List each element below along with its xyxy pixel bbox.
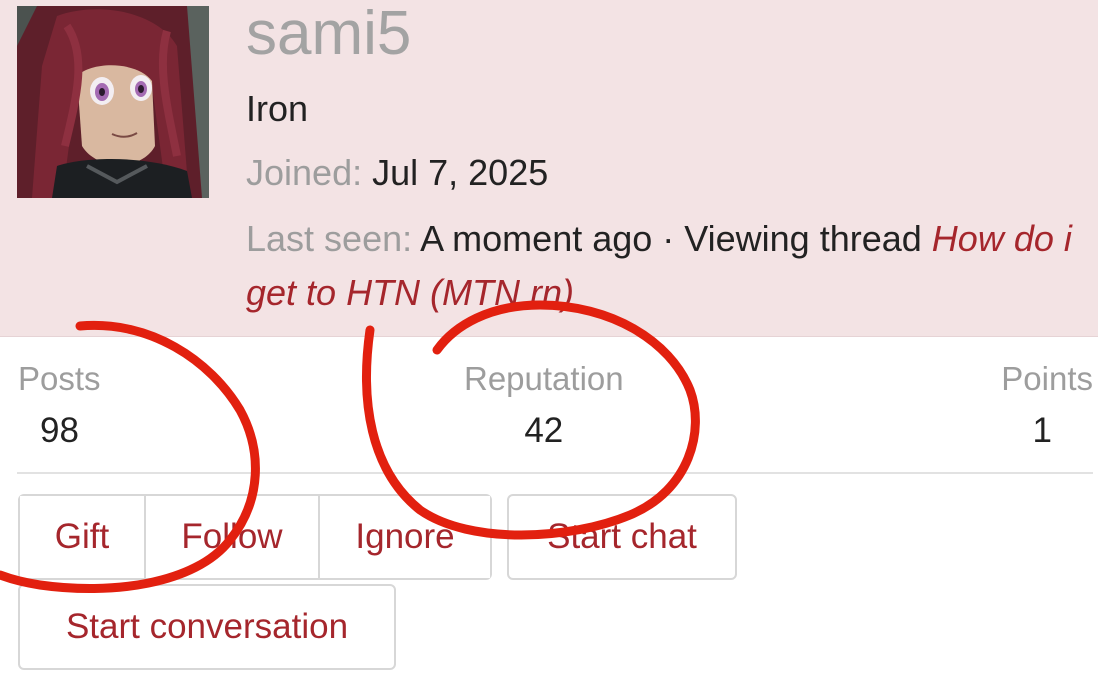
stat-value: 98 xyxy=(40,411,79,450)
username: sami5 xyxy=(246,0,412,68)
start-chat-button[interactable]: Start chat xyxy=(507,494,737,580)
stat-value: 42 xyxy=(524,411,564,450)
stat-label: Points xyxy=(1001,360,1093,397)
joined-row: Joined: Jul 7, 2025 xyxy=(246,150,548,196)
joined-label: Joined: xyxy=(246,152,363,193)
avatar-image xyxy=(17,6,209,198)
stat-reputation[interactable]: Reputation 42 xyxy=(464,358,624,454)
member-profile-card: sami5 Iron Joined: Jul 7, 2025 Last seen… xyxy=(0,0,1098,686)
ignore-button[interactable]: Ignore xyxy=(318,496,490,578)
stat-label: Reputation xyxy=(464,360,624,397)
last-seen-row: Last seen: A moment ago · Viewing thread… xyxy=(246,212,1086,320)
stat-posts[interactable]: Posts 98 xyxy=(18,358,101,454)
stat-label: Posts xyxy=(18,360,101,397)
stat-points[interactable]: Points 1 xyxy=(1001,358,1093,454)
profile-header: sami5 Iron Joined: Jul 7, 2025 Last seen… xyxy=(0,0,1098,337)
last-seen-label: Last seen: xyxy=(246,218,413,259)
user-rank: Iron xyxy=(246,88,309,129)
gift-button[interactable]: Gift xyxy=(20,496,144,578)
member-stats: Posts 98 Reputation 42 Points 1 xyxy=(17,352,1093,474)
stat-value: 1 xyxy=(1032,411,1052,450)
last-seen-value: A moment ago · Viewing thread xyxy=(420,218,922,259)
avatar[interactable] xyxy=(17,6,209,198)
start-conversation-button[interactable]: Start conversation xyxy=(18,584,396,670)
follow-button[interactable]: Follow xyxy=(144,496,318,578)
joined-value: Jul 7, 2025 xyxy=(372,152,549,193)
profile-action-group: Gift Follow Ignore xyxy=(18,494,492,580)
